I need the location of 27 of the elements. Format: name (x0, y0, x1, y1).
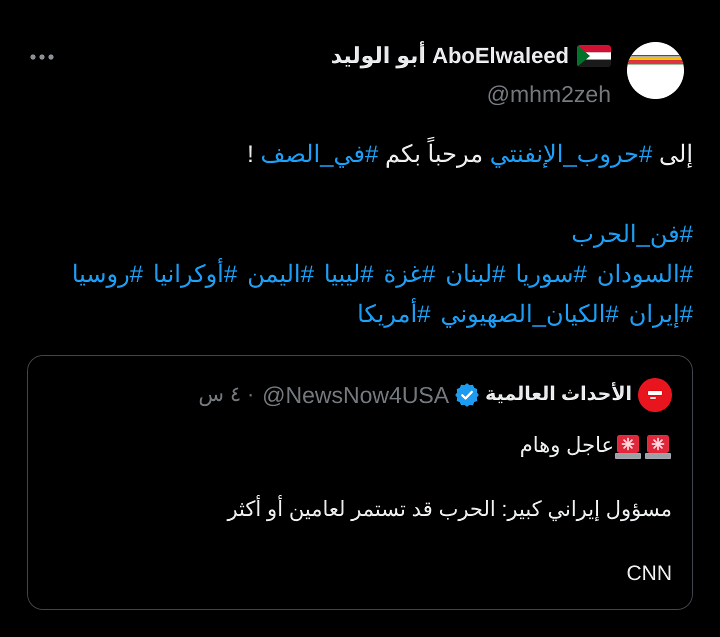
hashtag-link[interactable]: #حروب_الإنفنتي (490, 141, 652, 168)
hashtag-link[interactable]: #فن_الحرب (571, 221, 693, 248)
siren-icon (614, 432, 642, 460)
avatar[interactable] (638, 378, 672, 412)
sudan-flag-icon (577, 45, 611, 67)
hashtag-link[interactable]: #لبنان (445, 261, 506, 288)
hashtag-link[interactable]: #سوريا (515, 261, 587, 288)
user-handle[interactable]: @NewsNow4USA (262, 378, 450, 412)
post-text: عاجل وهام (520, 433, 614, 460)
more-options-icon[interactable] (30, 54, 54, 60)
display-name[interactable]: AboElwaleed أبو الوليد (330, 42, 569, 70)
post-time[interactable]: ٤ س (198, 378, 242, 412)
hashtag-link[interactable]: #السودان (596, 261, 693, 288)
post-text: مسؤول إيراني كبير: الحرب قد تستمر لعامين أو أكثر (227, 494, 672, 526)
display-name[interactable]: الأحداث العالمية (485, 378, 632, 412)
hashtag-link[interactable]: #في_الصف (260, 141, 378, 168)
post-text: إلى #حروب_الإنفنتي مرحباً بكم #في_الصف ! (27, 135, 693, 175)
hashtag-link[interactable]: #اليمن (247, 261, 314, 288)
hashtag-link[interactable]: #الكيان_الصهيوني (440, 301, 619, 328)
dot-separator: · (247, 382, 254, 408)
siren-icon (644, 432, 672, 460)
hashtag-link[interactable]: #إيران (628, 301, 693, 328)
hashtag-link[interactable]: #غزة (384, 261, 436, 288)
user-handle[interactable]: @mhm2zeh (486, 80, 611, 108)
hashtag-link[interactable]: #ليبيا (324, 261, 374, 288)
post-text: CNN (626, 561, 672, 587)
hashtag-link[interactable]: #روسيا (72, 261, 144, 288)
